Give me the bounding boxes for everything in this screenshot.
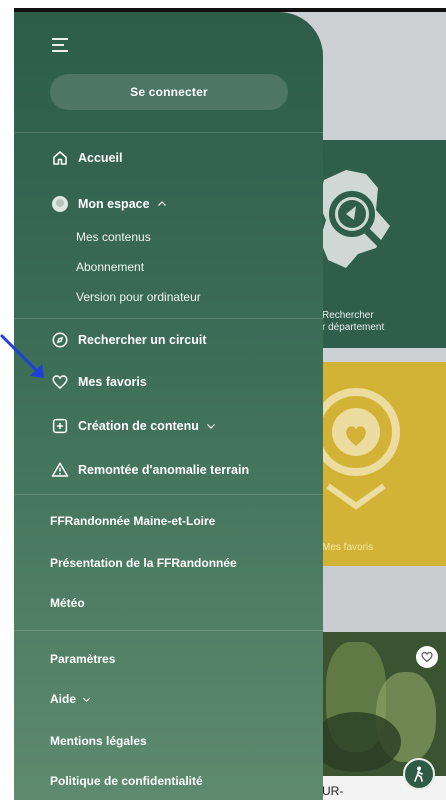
menu-item-label: Accueil [78, 151, 123, 165]
divider [14, 318, 323, 319]
submenu-subscription[interactable]: Abonnement [76, 260, 144, 274]
menu-item-search-circuit[interactable]: Rechercher un circuit [50, 330, 207, 350]
annotation-arrow [0, 334, 44, 378]
menu-item-my-space[interactable]: Mon espace [50, 194, 168, 214]
avatar-icon [50, 194, 70, 214]
heart-pin-icon [312, 388, 400, 510]
menu-item-label: Création de contenu [78, 419, 199, 433]
menu-item-label: Remontée d'anomalie terrain [78, 463, 250, 477]
favorite-toggle-button[interactable] [416, 646, 438, 668]
navigation-drawer: Se connecter Accueil Mon espace Mes cont… [14, 12, 323, 800]
link-presentation[interactable]: Présentation de la FFRandonnée [50, 556, 237, 570]
menu-icon[interactable] [52, 38, 68, 52]
chevron-down-icon [205, 420, 217, 432]
background-top [306, 12, 446, 140]
fav-card-label: Mes favoris [322, 542, 374, 553]
plus-square-icon [50, 416, 70, 436]
favorites-card[interactable]: Mes favoris [306, 362, 446, 566]
login-button[interactable]: Se connecter [50, 74, 288, 110]
background-gap [306, 566, 446, 632]
link-legal-notice[interactable]: Mentions légales [50, 734, 147, 748]
link-meteo[interactable]: Météo [50, 596, 85, 610]
hiker-icon [414, 766, 423, 782]
link-privacy-policy[interactable]: Politique de confidentialité [50, 774, 203, 788]
heart-icon [421, 651, 433, 663]
menu-item-label: Rechercher un circuit [78, 333, 207, 347]
home-icon [50, 148, 70, 168]
divider [14, 494, 323, 495]
divider [14, 132, 323, 133]
menu-item-label: Mon espace [78, 197, 150, 211]
menu-item-home[interactable]: Accueil [50, 148, 122, 168]
menu-item-field-report[interactable]: Remontée d'anomalie terrain [50, 460, 249, 480]
photo-shadow [311, 712, 401, 772]
link-help[interactable]: Aide [50, 692, 92, 706]
chevron-up-icon [156, 198, 168, 210]
search-card-label-1: Rechercher [322, 310, 374, 321]
screen: Rechercher r département Mes favoris UR- [0, 0, 446, 800]
menu-item-label: Mes favoris [78, 375, 147, 389]
menu-item-content-creation[interactable]: Création de contenu [50, 416, 217, 436]
search-by-department-card[interactable]: Rechercher r département [306, 140, 446, 348]
warning-icon [50, 460, 70, 480]
card-caption: UR- [322, 784, 344, 798]
menu-item-favorites[interactable]: Mes favoris [50, 372, 147, 392]
link-settings[interactable]: Paramètres [50, 652, 115, 666]
chevron-down-icon [81, 694, 92, 705]
submenu-desktop-version[interactable]: Version pour ordinateur [76, 290, 201, 304]
help-label: Aide [50, 692, 77, 706]
hiker-button[interactable] [403, 758, 435, 790]
divider [14, 630, 323, 631]
search-card-label-2: r département [322, 322, 385, 333]
submenu-my-contents[interactable]: Mes contenus [76, 230, 151, 244]
link-ffrandonnee-maine-et-loire[interactable]: FFRandonnée Maine-et-Loire [50, 514, 215, 528]
